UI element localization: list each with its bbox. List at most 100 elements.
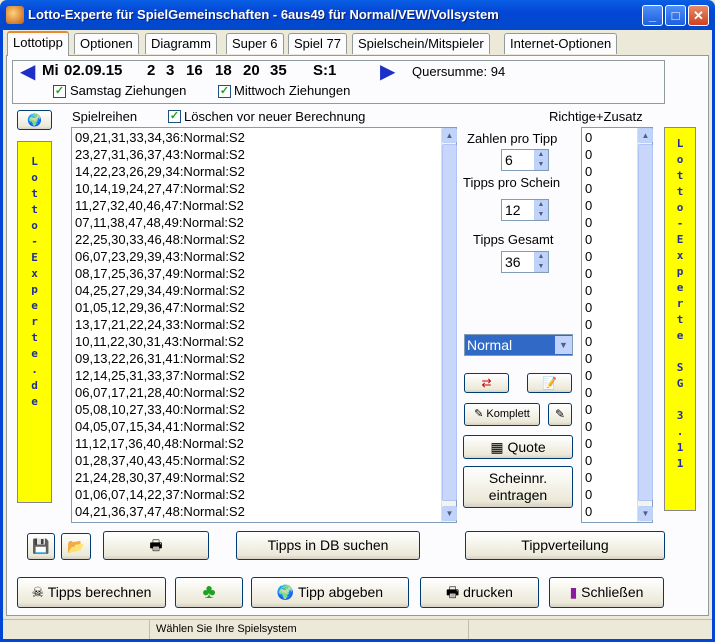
spielreihen-scrollbar[interactable]: ▲ ▼ — [441, 128, 457, 522]
lotto-experte-banner-right[interactable]: Lotto-Experte SG 3.11 — [664, 127, 696, 511]
richtige-scrollbar[interactable]: ▲ ▼ — [637, 128, 653, 522]
tab-diagramm[interactable]: Diagramm — [145, 33, 217, 54]
spielreihe-row[interactable]: 04,21,36,37,47,48:Normal:S2 — [75, 503, 440, 520]
samstag-checkbox[interactable]: ✓ — [53, 85, 66, 98]
lotto-experte-banner-left[interactable]: Lotto-Experte.de — [17, 141, 52, 503]
richtige-row[interactable]: 0 — [585, 401, 635, 418]
tipps-in-db-button[interactable]: Tipps in DB suchen — [236, 531, 420, 560]
richtige-row[interactable]: 0 — [585, 248, 635, 265]
richtige-row[interactable]: 0 — [585, 299, 635, 316]
title-bar[interactable]: Lotto-Experte für SpielGemeinschaften - … — [0, 0, 715, 30]
save-button[interactable]: 💾 — [27, 533, 55, 560]
tipps-pro-schein-field[interactable]: 12 ▲ ▼ — [501, 199, 549, 221]
scroll-down-icon[interactable]: ▼ — [638, 506, 653, 521]
edit-single-button[interactable]: ✎ — [548, 403, 572, 426]
spielreihe-row[interactable]: 08,17,25,36,37,49:Normal:S2 — [75, 265, 440, 282]
richtige-row[interactable]: 0 — [585, 265, 635, 282]
tab-internet-optionen[interactable]: Internet-Optionen — [504, 33, 618, 54]
scheinnr-button[interactable]: Scheinnr. eintragen — [463, 466, 573, 508]
spielreihe-row[interactable]: 10,11,22,30,31,43:Normal:S2 — [75, 333, 440, 350]
spielreihe-row[interactable]: 22,25,30,33,46,48:Normal:S2 — [75, 231, 440, 248]
scroll-up-icon[interactable]: ▲ — [638, 128, 653, 143]
tab-super6[interactable]: Super 6 — [226, 33, 284, 54]
tab-spiel77[interactable]: Spiel 77 — [288, 33, 347, 54]
spielreihe-row[interactable]: 04,05,07,15,34,41:Normal:S2 — [75, 418, 440, 435]
richtige-row[interactable]: 0 — [585, 384, 635, 401]
spielreihe-row[interactable]: 01,28,37,40,43,45:Normal:S2 — [75, 452, 440, 469]
richtige-row[interactable]: 0 — [585, 180, 635, 197]
spin-down-icon[interactable]: ▼ — [534, 210, 548, 220]
loeschen-checkbox[interactable]: ✓ — [168, 110, 181, 123]
spielreihe-row[interactable]: 14,22,23,26,29,34:Normal:S2 — [75, 163, 440, 180]
richtige-row[interactable]: 0 — [585, 163, 635, 180]
globe-button[interactable]: 🌍 — [17, 110, 52, 130]
komplett-button[interactable]: ✎ Komplett — [464, 403, 540, 426]
minimize-button[interactable]: _ — [642, 5, 663, 26]
richtige-row[interactable]: 0 — [585, 469, 635, 486]
richtige-row[interactable]: 0 — [585, 350, 635, 367]
spin-up-icon[interactable]: ▲ — [534, 200, 548, 210]
richtige-row[interactable]: 0 — [585, 316, 635, 333]
spielreihe-row[interactable]: 11,12,17,36,40,48:Normal:S2 — [75, 435, 440, 452]
edit-tipp-button[interactable]: 📝 — [527, 373, 572, 393]
tipps-gesamt-field[interactable]: 36 ▲ ▼ — [501, 251, 549, 273]
richtige-row[interactable]: 0 — [585, 486, 635, 503]
previous-draw-arrow-icon[interactable]: ◀ — [20, 62, 35, 82]
spielreihe-row[interactable]: 06,07,23,29,39,43:Normal:S2 — [75, 248, 440, 265]
spin-down-icon[interactable]: ▼ — [534, 262, 548, 272]
richtige-row[interactable]: 0 — [585, 129, 635, 146]
clover-button[interactable]: ♣ — [175, 577, 243, 608]
zahlen-pro-tipp-field[interactable]: 6 ▲ ▼ — [501, 149, 549, 171]
drucken-button[interactable]: 🖶 drucken — [420, 577, 539, 608]
tab-lottotipp[interactable]: Lottotipp — [7, 31, 69, 56]
chevron-down-icon[interactable]: ▼ — [555, 336, 572, 354]
mittwoch-checkbox[interactable]: ✓ — [218, 85, 231, 98]
spin-down-icon[interactable]: ▼ — [534, 160, 548, 170]
richtige-row[interactable]: 0 — [585, 282, 635, 299]
spielreihe-row[interactable]: 11,27,32,40,46,47:Normal:S2 — [75, 197, 440, 214]
richtige-row[interactable]: 0 — [585, 146, 635, 163]
system-select[interactable]: Normal ▼ — [464, 334, 573, 356]
scroll-thumb[interactable] — [442, 144, 457, 501]
richtige-row[interactable]: 0 — [585, 197, 635, 214]
spielreihe-row[interactable]: 09,13,22,26,31,41:Normal:S2 — [75, 350, 440, 367]
spielreihe-row[interactable]: 13,17,21,22,24,33:Normal:S2 — [75, 316, 440, 333]
tippverteilung-button[interactable]: Tippverteilung — [465, 531, 665, 560]
spin-up-icon[interactable]: ▲ — [534, 150, 548, 160]
richtige-row[interactable]: 0 — [585, 418, 635, 435]
scroll-down-icon[interactable]: ▼ — [442, 506, 457, 521]
tipp-abgeben-button[interactable]: 🌍 Tipp abgeben — [251, 577, 409, 608]
richtige-row[interactable]: 0 — [585, 367, 635, 384]
schliessen-button[interactable]: ▮ Schließen — [549, 577, 664, 608]
richtige-row[interactable]: 0 — [585, 503, 635, 520]
spielreihen-list[interactable]: 09,21,31,33,34,36:Normal:S2 23,27,31,36,3… — [71, 127, 457, 523]
richtige-row[interactable]: 0 — [585, 333, 635, 350]
scroll-up-icon[interactable]: ▲ — [442, 128, 457, 143]
spielreihe-row[interactable]: 01,06,07,14,22,37:Normal:S2 — [75, 486, 440, 503]
open-button[interactable]: 📂 — [61, 533, 91, 560]
tab-spielschein[interactable]: Spielschein/Mitspieler — [352, 33, 490, 54]
spin-up-icon[interactable]: ▲ — [534, 252, 548, 262]
richtige-row[interactable]: 0 — [585, 452, 635, 469]
close-button[interactable]: ✕ — [688, 5, 709, 26]
add-tipp-button[interactable]: ⇄ — [464, 373, 509, 393]
spielreihe-row[interactable]: 12,14,25,31,33,37:Normal:S2 — [75, 367, 440, 384]
tab-optionen[interactable]: Optionen — [74, 33, 139, 54]
spielreihe-row[interactable]: 01,05,12,29,36,47:Normal:S2 — [75, 299, 440, 316]
richtige-row[interactable]: 0 — [585, 435, 635, 452]
print-list-button[interactable]: 🖶 — [103, 531, 209, 560]
richtige-row[interactable]: 0 — [585, 231, 635, 248]
spielreihe-row[interactable]: 21,24,28,30,37,49:Normal:S2 — [75, 469, 440, 486]
maximize-button[interactable]: □ — [665, 5, 686, 26]
spielreihe-row[interactable]: 10,14,19,24,27,47:Normal:S2 — [75, 180, 440, 197]
spielreihe-row[interactable]: 23,27,31,36,37,43:Normal:S2 — [75, 146, 440, 163]
richtige-list[interactable]: 00000000000000000000000 ▲ ▼ — [581, 127, 653, 523]
quote-button[interactable]: ▦ Quote — [463, 435, 573, 459]
spielreihe-row[interactable]: 04,25,27,29,34,49:Normal:S2 — [75, 282, 440, 299]
spielreihe-row[interactable]: 09,21,31,33,34,36:Normal:S2 — [75, 129, 440, 146]
next-draw-arrow-icon[interactable]: ▶ — [380, 62, 395, 82]
spielreihe-row[interactable]: 07,11,38,47,48,49:Normal:S2 — [75, 214, 440, 231]
spielreihe-row[interactable]: 05,08,10,27,33,40:Normal:S2 — [75, 401, 440, 418]
scroll-thumb[interactable] — [638, 144, 653, 501]
richtige-row[interactable]: 0 — [585, 214, 635, 231]
